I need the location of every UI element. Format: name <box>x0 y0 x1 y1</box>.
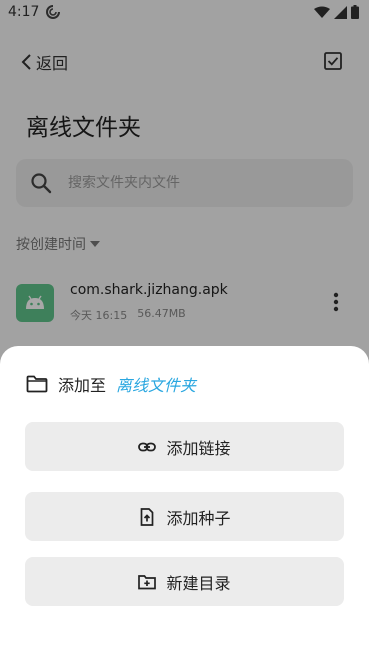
new-folder-label: 新建目录 <box>166 573 231 593</box>
add-seed-label: 添加种子 <box>166 508 231 528</box>
sheet-prefix: 添加至 <box>58 376 107 395</box>
add-seed-button[interactable]: 添加种子 <box>25 492 344 541</box>
destination-folder-link[interactable]: 离线文件夹 <box>116 372 196 396</box>
folder-icon <box>26 375 48 393</box>
add-bottom-sheet: 添加至 离线文件夹 添加链接 添加种子 新建目录 <box>0 346 369 656</box>
screen: 4:17 返回 离线文件夹 搜索文件夹内文件 按创建时间 com.shark.j… <box>0 0 369 656</box>
add-link-button[interactable]: 添加链接 <box>25 422 344 471</box>
upload-file-icon <box>141 507 154 526</box>
link-icon <box>138 442 157 451</box>
folder-add-icon <box>138 574 157 589</box>
new-folder-button[interactable]: 新建目录 <box>25 557 344 606</box>
add-link-label: 添加链接 <box>166 438 231 458</box>
sheet-header: 添加至 离线文件夹 <box>26 372 196 396</box>
